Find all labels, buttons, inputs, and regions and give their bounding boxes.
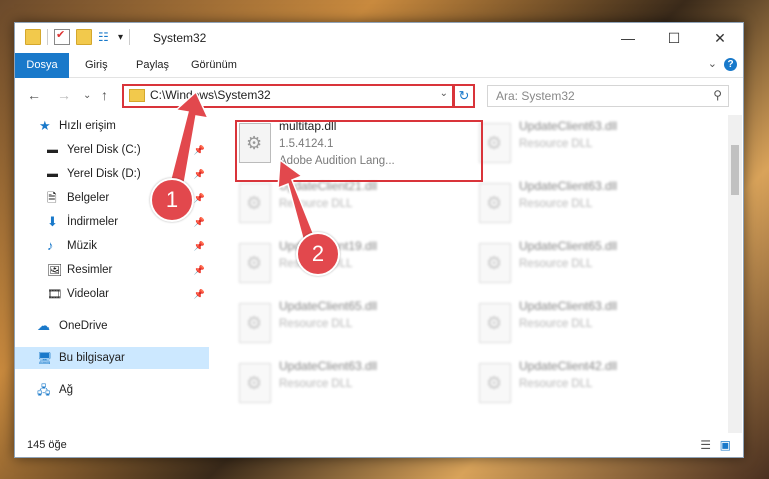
annotation-arrows [167,90,317,252]
step-badge-1: 1 [150,178,194,222]
step-badge-2: 2 [296,232,340,276]
